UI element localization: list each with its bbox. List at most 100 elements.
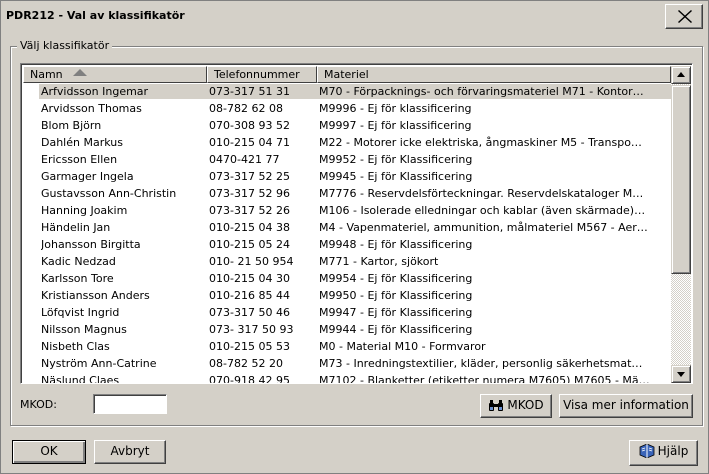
ok-button[interactable]: OK <box>12 440 86 464</box>
cell-name: Karlsson Tore <box>41 272 114 285</box>
column-header-phone[interactable]: Telefonnummer <box>207 66 317 83</box>
arrow-down-icon <box>677 372 685 377</box>
mkod-search-button[interactable]: MKOD <box>480 394 552 418</box>
mkod-search-button-label: MKOD <box>507 398 544 412</box>
scroll-up-button[interactable] <box>671 66 691 84</box>
table-row[interactable]: Garmager Ingela 073-317 52 25 M9945 - Ej f… <box>23 168 671 185</box>
classifier-list[interactable]: Namn Telefonnummer Materiel Arfvidsson I… <box>20 63 693 384</box>
cell-material: M4 - Vapenmateriel, ammunition, målmater… <box>319 221 648 234</box>
cell-phone: 010-215 05 53 <box>209 340 290 353</box>
dialog-window: PDR212 - Val av klassifikatör Välj klass… <box>0 0 709 474</box>
cell-phone: 073-317 50 46 <box>209 306 290 319</box>
table-row[interactable]: Ericsson Ellen 0470-421 77 M9952 - Ej för … <box>23 151 671 168</box>
cell-phone: 070-308 93 52 <box>209 119 290 132</box>
cell-phone: 010-216 85 44 <box>209 289 290 302</box>
table-row[interactable]: Hanning Joakim 073-317 52 26 M106 - Isoler… <box>23 202 671 219</box>
cell-name: Kadic Nedzad <box>41 255 116 268</box>
mkod-input[interactable] <box>93 394 167 414</box>
cell-material: M70 - Förpacknings- och förvaringsmateri… <box>319 85 644 98</box>
mkod-label: MKOD: <box>20 398 57 411</box>
cell-phone: 073-317 52 96 <box>209 187 290 200</box>
sort-ascending-icon <box>72 69 87 76</box>
help-book-icon <box>639 443 655 464</box>
cell-name: Hanning Joakim <box>41 204 128 217</box>
cell-name: Arvidsson Thomas <box>41 102 142 115</box>
table-row[interactable]: Nisbeth Clas 010-215 05 53 M0 - Material M… <box>23 338 671 355</box>
help-button-label: Hjälp <box>657 444 689 458</box>
group-legend: Välj klassifikatör <box>17 39 113 52</box>
cancel-button-label: Avbryt <box>110 444 150 458</box>
cell-name: Nilsson Magnus <box>41 323 127 336</box>
close-button[interactable] <box>665 4 703 29</box>
column-header-phone-label: Telefonnummer <box>214 68 300 81</box>
cell-phone: 010-215 04 30 <box>209 272 290 285</box>
table-row[interactable]: Johansson Birgitta 010-215 05 24 M9948 - E… <box>23 236 671 253</box>
binoculars-icon <box>488 398 504 418</box>
table-row[interactable]: Händelin Jan 010-215 04 38 M4 - Vapenmater… <box>23 219 671 236</box>
cell-material: M9950 - Ej för Klassificering <box>319 289 473 302</box>
cell-name: Gustavsson Ann-Christin <box>41 187 177 200</box>
cell-material: M9996 - Ej för klassificering <box>319 102 472 115</box>
table-row[interactable]: Kadic Nedzad 010- 21 50 954 M771 - Kartor,… <box>23 253 671 270</box>
ok-button-label: OK <box>40 444 58 458</box>
cell-name: Näslund Claes <box>41 374 120 383</box>
cell-material: M73 - Inredningstextilier, kläder, perso… <box>319 357 643 370</box>
cell-material: M9997 - Ej för klassificering <box>319 119 472 132</box>
vertical-scrollbar[interactable] <box>671 66 691 383</box>
cell-material: M0 - Material M10 - Formvaror <box>319 340 486 353</box>
cell-material: M9954 - Ej för Klassificering <box>319 272 473 285</box>
more-info-button-label: Visa mer information <box>563 398 689 412</box>
cell-phone: 010- 21 50 954 <box>209 255 294 268</box>
cell-phone: 08-782 62 08 <box>209 102 283 115</box>
close-icon <box>678 10 692 23</box>
table-row[interactable]: Blom Björn 070-308 93 52 M9997 - Ej för kl… <box>23 117 671 134</box>
cell-material: M9948 - Ej för Klassificering <box>319 238 473 251</box>
scroll-thumb[interactable] <box>671 85 691 274</box>
cell-phone: 010-215 05 24 <box>209 238 290 251</box>
column-header-material-label: Materiel <box>324 68 369 81</box>
arrow-up-icon <box>677 72 685 77</box>
table-row[interactable]: Löfqvist Ingrid 073-317 50 46 M9947 - Ej f… <box>23 304 671 321</box>
cell-name: Dahlén Markus <box>41 136 123 149</box>
cell-material: M106 - Isolerade elledningar och kablar … <box>319 204 646 217</box>
table-row[interactable]: Karlsson Tore 010-215 04 30 M9954 - Ej för… <box>23 270 671 287</box>
cell-name: Garmager Ingela <box>41 170 134 183</box>
cell-name: Händelin Jan <box>41 221 111 234</box>
table-row[interactable]: Nilsson Magnus 073- 317 50 93 M9944 - Ej f… <box>23 321 671 338</box>
column-header-material[interactable]: Materiel <box>317 66 671 83</box>
table-row[interactable]: Gustavsson Ann-Christin 073-317 52 96 M777… <box>23 185 671 202</box>
scroll-down-button[interactable] <box>671 365 691 383</box>
cell-name: Kristiansson Anders <box>41 289 150 302</box>
table-row[interactable]: Arfvidsson Ingemar 073-317 51 31 M70 - För… <box>23 83 671 100</box>
list-rows: Arfvidsson Ingemar 073-317 51 31 M70 - För… <box>23 83 671 383</box>
cell-material: M7776 - Reservdelsförteckningar. Reservd… <box>319 187 644 200</box>
help-button[interactable]: Hjälp <box>629 440 698 466</box>
more-info-button[interactable]: Visa mer information <box>559 394 693 418</box>
cell-phone: 073- 317 50 93 <box>209 323 294 336</box>
cell-phone: 073-317 52 26 <box>209 204 290 217</box>
cell-name: Nisbeth Clas <box>41 340 110 353</box>
table-row[interactable]: Näslund Claes 070-918 42 95 M7102 - Blanke… <box>23 372 671 383</box>
cell-material: M9944 - Ej för Klassificering <box>319 323 473 336</box>
cancel-button[interactable]: Avbryt <box>94 440 166 464</box>
cell-material: M9947 - Ej för Klassificering <box>319 306 473 319</box>
title-bar: PDR212 - Val av klassifikatör <box>1 1 708 32</box>
cell-name: Nyström Ann-Catrine <box>41 357 157 370</box>
window-title: PDR212 - Val av klassifikatör <box>6 9 185 22</box>
table-row[interactable]: Kristiansson Anders 010-216 85 44 M9950 - … <box>23 287 671 304</box>
cell-phone: 010-215 04 38 <box>209 221 290 234</box>
column-header-name[interactable]: Namn <box>23 66 207 83</box>
cell-phone: 08-782 52 20 <box>209 357 283 370</box>
table-row[interactable]: Nyström Ann-Catrine 08-782 52 20 M73 - Inr… <box>23 355 671 372</box>
cell-phone: 010-215 04 71 <box>209 136 290 149</box>
table-row[interactable]: Dahlén Markus 010-215 04 71 M22 - Motorer … <box>23 134 671 151</box>
column-header-name-label: Namn <box>30 68 63 81</box>
cell-name: Blom Björn <box>41 119 102 132</box>
cell-phone: 0470-421 77 <box>209 153 280 166</box>
cell-name: Ericsson Ellen <box>41 153 118 166</box>
cell-name: Johansson Birgitta <box>41 238 141 251</box>
table-row[interactable]: Arvidsson Thomas 08-782 62 08 M9996 - Ej f… <box>23 100 671 117</box>
cell-phone: 070-918 42 95 <box>209 374 290 383</box>
cell-material: M22 - Motorer icke elektriska, ångmaskin… <box>319 136 642 149</box>
cell-name: Arfvidsson Ingemar <box>41 85 149 98</box>
